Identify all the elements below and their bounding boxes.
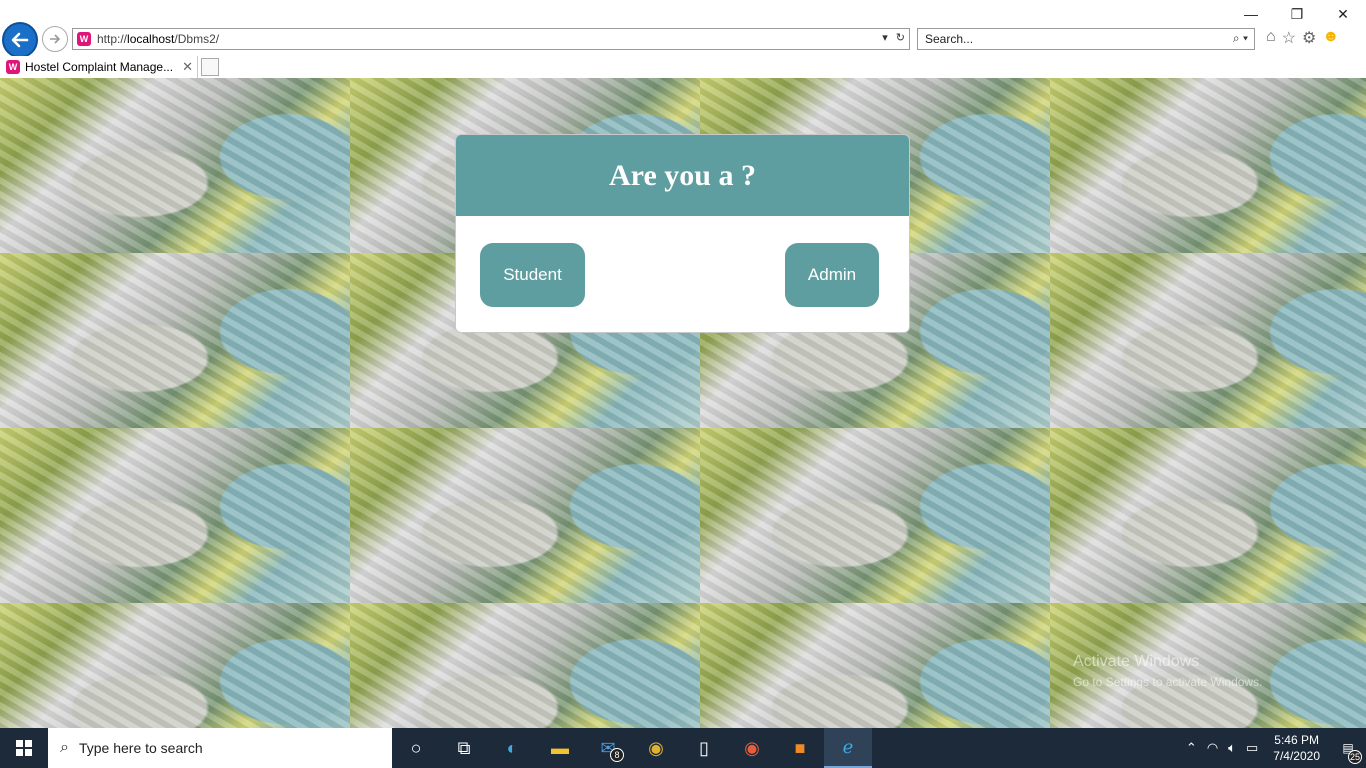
battery-icon[interactable]: ▭ xyxy=(1246,740,1258,756)
url-host: localhost xyxy=(127,32,175,46)
notification-badge: 25 xyxy=(1348,750,1362,764)
address-bar[interactable]: W http://localhost/Dbms2/ ▾ ↻ xyxy=(72,28,910,50)
toolbar-icons: ⌂ ☆ ⚙ ☻ xyxy=(1266,28,1339,48)
cortana-icon[interactable]: ○ xyxy=(392,728,440,768)
tab-favicon-icon: W xyxy=(6,60,20,74)
favorites-star-icon[interactable]: ☆ xyxy=(1282,28,1296,48)
taskbar: ⌕ Type here to search ○ ⧉ ◐ ▬ ✉ 8 ◉ ▯ ◉ ■… xyxy=(0,728,1366,768)
student-button[interactable]: Student xyxy=(480,243,585,307)
sublime-text-icon[interactable]: ■ xyxy=(776,728,824,768)
clock-time: 5:46 PM xyxy=(1274,733,1319,747)
page-background: Are you a ? Student Admin Activate Windo… xyxy=(0,78,1366,728)
tab-title: Hostel Complaint Manage... xyxy=(25,60,174,74)
watermark-title: Activate Windows xyxy=(1073,653,1200,670)
edge-icon[interactable]: ◐ xyxy=(488,728,536,768)
forward-arrow-icon xyxy=(50,34,61,44)
search-icon[interactable]: ⌕ ▾ xyxy=(1233,31,1248,46)
gear-icon[interactable]: ⚙ xyxy=(1302,28,1316,48)
taskbar-apps: ○ ⧉ ◐ ▬ ✉ 8 ◉ ▯ ◉ ■ ℯ xyxy=(392,728,872,768)
tab-hostel-complaint[interactable]: W Hostel Complaint Manage... ✕ xyxy=(0,56,198,78)
taskbar-search[interactable]: ⌕ Type here to search xyxy=(48,728,392,768)
dialog-header: Are you a ? xyxy=(456,135,909,216)
clock[interactable]: 5:46 PM 7/4/2020 xyxy=(1273,732,1320,764)
new-tab-button[interactable] xyxy=(201,58,219,76)
chrome-icon[interactable]: ◉ xyxy=(632,728,680,768)
volume-icon[interactable]: 🔈︎ xyxy=(1228,740,1236,756)
internet-explorer-icon[interactable]: ℯ xyxy=(824,728,872,768)
dialog-body: Student Admin xyxy=(456,216,909,332)
document-icon[interactable]: ▯ xyxy=(680,728,728,768)
mail-icon[interactable]: ✉ 8 xyxy=(584,728,632,768)
activate-windows-watermark: Activate Windows Go to Settings to activ… xyxy=(1073,652,1262,692)
search-icon: ⌕ xyxy=(60,739,69,756)
task-view-icon[interactable]: ⧉ xyxy=(440,728,488,768)
search-placeholder: Search... xyxy=(925,32,974,46)
role-selection-dialog: Are you a ? Student Admin xyxy=(455,134,910,333)
forward-button[interactable] xyxy=(42,26,68,52)
refresh-icon[interactable]: ↻ xyxy=(896,31,905,44)
wifi-icon[interactable]: ◠ xyxy=(1207,740,1218,756)
navigation-bar: W http://localhost/Dbms2/ ▾ ↻ Search... … xyxy=(0,22,1366,58)
back-button[interactable] xyxy=(2,22,38,58)
dialog-title: Are you a ? xyxy=(609,158,756,192)
site-favicon-icon: W xyxy=(77,32,91,46)
notification-center-icon[interactable]: ▤ 25 xyxy=(1330,728,1366,768)
url-prefix: http:// xyxy=(97,32,128,46)
tab-bar: W Hostel Complaint Manage... ✕ xyxy=(0,56,1366,78)
chevron-up-icon[interactable]: ⌃ xyxy=(1186,740,1197,756)
watermark-subtitle: Go to Settings to activate Windows. xyxy=(1073,675,1263,689)
system-tray: ⌃ ◠ 🔈︎ ▭ 5:46 PM 7/4/2020 ▤ 25 xyxy=(1181,728,1366,768)
mail-badge: 8 xyxy=(610,748,624,762)
taskbar-search-placeholder: Type here to search xyxy=(78,740,203,756)
back-arrow-icon xyxy=(11,32,29,48)
feedback-smiley-icon[interactable]: ☻ xyxy=(1322,28,1339,48)
url-path: /Dbms2/ xyxy=(174,32,220,46)
home-icon[interactable]: ⌂ xyxy=(1266,28,1276,48)
admin-button[interactable]: Admin xyxy=(785,243,879,307)
start-button[interactable] xyxy=(0,728,48,768)
windows-logo-icon xyxy=(16,740,32,756)
chrome-canary-icon[interactable]: ◉ xyxy=(728,728,776,768)
clock-date: 7/4/2020 xyxy=(1273,749,1320,763)
dropdown-arrow-icon[interactable]: ▾ xyxy=(882,31,888,44)
search-input[interactable]: Search... ⌕ ▾ xyxy=(917,28,1255,50)
file-explorer-icon[interactable]: ▬ xyxy=(536,728,584,768)
close-tab-icon[interactable]: ✕ xyxy=(182,59,193,75)
